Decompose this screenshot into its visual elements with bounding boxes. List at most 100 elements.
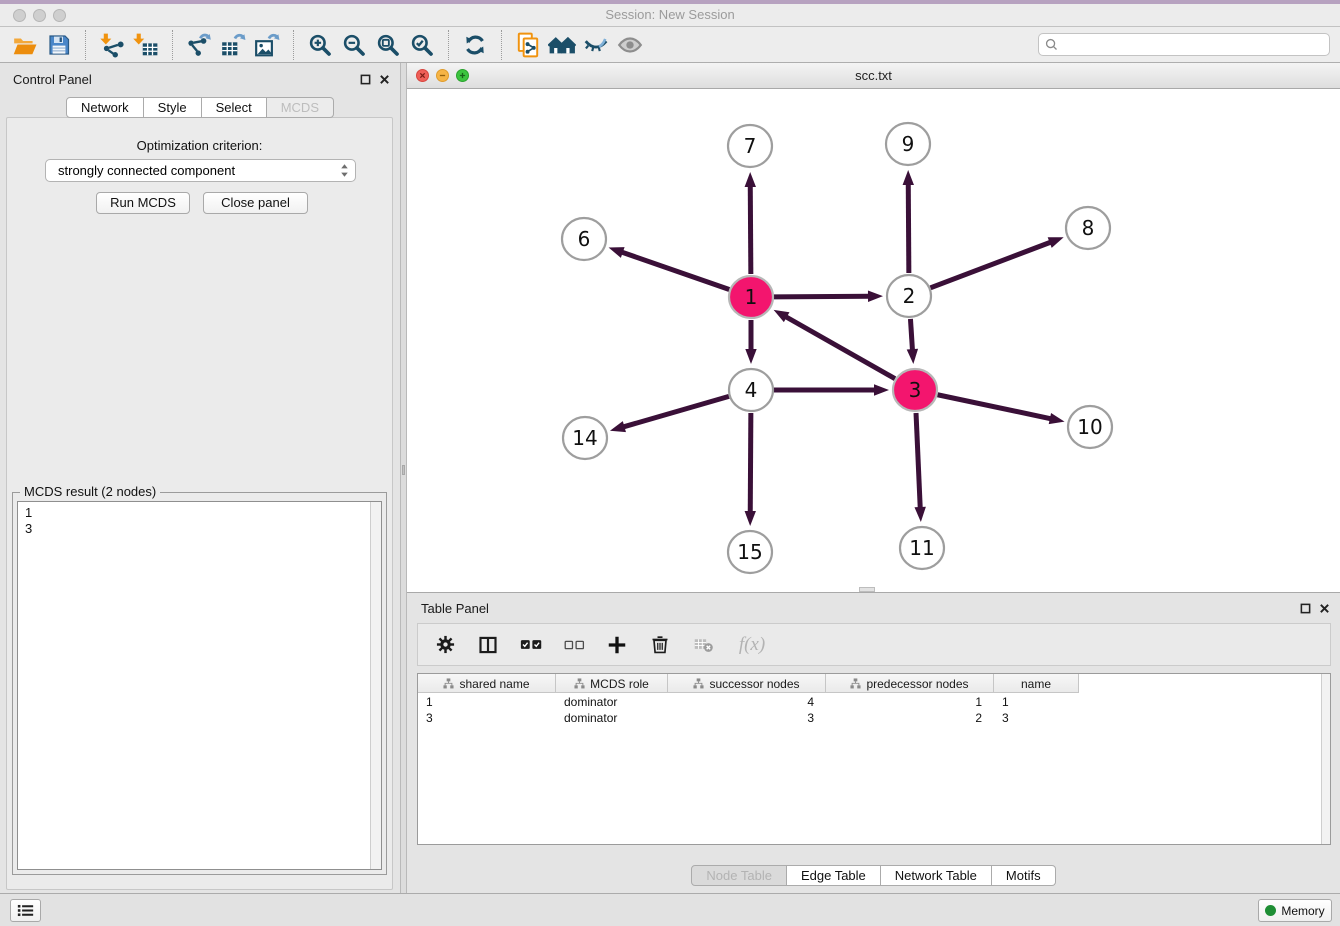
search-box[interactable] — [1038, 33, 1330, 56]
close-window-button[interactable] — [13, 9, 26, 22]
column-header-shared-name[interactable]: shared name — [418, 674, 556, 693]
attribute-settings-gear-icon[interactable] — [432, 632, 458, 658]
graph-edge-1-4[interactable] — [745, 320, 756, 364]
graph-edge-4-3[interactable] — [774, 384, 889, 395]
memory-button[interactable]: Memory — [1258, 899, 1332, 922]
search-input[interactable] — [1062, 38, 1323, 52]
table-cell[interactable]: dominator — [556, 694, 668, 710]
graph-edge-1-2[interactable] — [774, 291, 883, 302]
delete-table-icon[interactable] — [690, 632, 716, 658]
close-network-button[interactable] — [416, 69, 429, 82]
maximize-window-button[interactable] — [53, 9, 66, 22]
show-column-icon[interactable] — [475, 632, 501, 658]
graph-node-15[interactable]: 15 — [728, 531, 772, 573]
graph-node-1[interactable]: 1 — [729, 276, 773, 318]
graph-node-14[interactable]: 14 — [563, 417, 607, 459]
table-cell[interactable]: 1 — [418, 694, 556, 710]
close-table-panel-icon[interactable] — [1317, 601, 1331, 615]
table-cell[interactable]: 3 — [668, 710, 826, 726]
graph-edge-2-9[interactable] — [903, 170, 914, 273]
export-table-icon[interactable] — [216, 29, 250, 61]
minimize-window-button[interactable] — [33, 9, 46, 22]
export-image-icon[interactable] — [250, 29, 284, 61]
column-header-name[interactable]: name — [994, 674, 1079, 693]
window-titlebar: Session: New Session — [0, 4, 1340, 27]
graph-node-4[interactable]: 4 — [729, 369, 773, 411]
add-row-icon[interactable] — [604, 632, 630, 658]
panel-splitter[interactable] — [400, 63, 407, 893]
zoom-selected-icon[interactable] — [405, 29, 439, 61]
graph-node-10[interactable]: 10 — [1068, 406, 1112, 448]
mcds-result-text[interactable]: 13 — [17, 501, 382, 870]
zoom-in-icon[interactable] — [303, 29, 337, 61]
sort-hierarchy-icon — [850, 678, 861, 689]
table-scrollbar[interactable] — [1321, 674, 1330, 844]
graph-edge-4-14[interactable] — [610, 396, 729, 432]
zoom-network-button[interactable] — [456, 69, 469, 82]
dropdown-stepper-icon — [340, 163, 349, 178]
close-panel-icon[interactable] — [377, 72, 391, 86]
export-network-icon[interactable] — [182, 29, 216, 61]
table-cell[interactable]: 1 — [826, 694, 994, 710]
tab-edge-table[interactable]: Edge Table — [787, 865, 881, 886]
tab-network-table[interactable]: Network Table — [881, 865, 992, 886]
graph-node-7[interactable]: 7 — [728, 125, 772, 167]
table-row[interactable]: 3dominator323 — [418, 710, 1321, 726]
graph-node-8[interactable]: 8 — [1066, 207, 1110, 249]
tab-network[interactable]: Network — [66, 97, 144, 118]
apply-preferred-layout-icon[interactable] — [458, 29, 492, 61]
tab-select[interactable]: Select — [202, 97, 267, 118]
table-cell[interactable]: dominator — [556, 710, 668, 726]
table-cell[interactable]: 2 — [826, 710, 994, 726]
graph-edge-1-7[interactable] — [745, 172, 756, 274]
graph-node-9[interactable]: 9 — [886, 123, 930, 165]
show-first-neighbors-icon[interactable] — [545, 29, 579, 61]
zoom-out-icon[interactable] — [337, 29, 371, 61]
graph-node-3[interactable]: 3 — [893, 369, 937, 411]
column-header-mcds-role[interactable]: MCDS role — [556, 674, 668, 693]
graph-edge-2-8[interactable] — [931, 237, 1064, 288]
task-history-button[interactable] — [10, 899, 41, 922]
graph-edge-3-11[interactable] — [914, 413, 925, 522]
column-header-predecessor-nodes[interactable]: predecessor nodes — [826, 674, 994, 693]
splitter-handle[interactable] — [402, 465, 405, 475]
graph-edge-3-1[interactable] — [774, 310, 895, 379]
graph-edge-3-10[interactable] — [938, 395, 1065, 424]
select-all-icon[interactable] — [518, 632, 544, 658]
graph-node-11[interactable]: 11 — [900, 527, 944, 569]
deselect-all-icon[interactable] — [561, 632, 587, 658]
table-cell[interactable]: 3 — [418, 710, 556, 726]
graph-node-2[interactable]: 2 — [887, 275, 931, 317]
optimization-criterion-select[interactable]: strongly connected component — [45, 159, 356, 182]
tab-style[interactable]: Style — [144, 97, 202, 118]
save-session-icon[interactable] — [42, 29, 76, 61]
tab-mcds[interactable]: MCDS — [267, 97, 334, 118]
table-row[interactable]: 1dominator411 — [418, 694, 1321, 710]
import-network-icon[interactable] — [95, 29, 129, 61]
hide-selection-icon[interactable] — [579, 29, 613, 61]
duplicate-network-icon[interactable] — [511, 29, 545, 61]
result-scrollbar[interactable] — [370, 502, 381, 869]
minimize-network-button[interactable] — [436, 69, 449, 82]
graph-edge-1-6[interactable] — [609, 247, 730, 289]
open-session-icon[interactable] — [8, 29, 42, 61]
float-panel-icon[interactable] — [358, 72, 372, 86]
run-mcds-button[interactable]: Run MCDS — [96, 192, 190, 214]
function-builder-icon[interactable]: f(x) — [733, 632, 771, 658]
table-cell[interactable]: 4 — [668, 694, 826, 710]
show-all-icon[interactable] — [613, 29, 647, 61]
import-table-icon[interactable] — [129, 29, 163, 61]
column-header-successor-nodes[interactable]: successor nodes — [668, 674, 826, 693]
zoom-fit-icon[interactable] — [371, 29, 405, 61]
table-cell[interactable]: 3 — [994, 710, 1079, 726]
close-panel-button[interactable]: Close panel — [203, 192, 308, 214]
tab-node-table[interactable]: Node Table — [691, 865, 787, 886]
float-table-panel-icon[interactable] — [1298, 601, 1312, 615]
delete-row-icon[interactable] — [647, 632, 673, 658]
graph-edge-4-15[interactable] — [745, 413, 756, 526]
tab-motifs[interactable]: Motifs — [992, 865, 1056, 886]
network-canvas[interactable]: 7 9 6 8 1 2 4 3 14 10 15 11 — [407, 89, 1340, 592]
table-cell[interactable]: 1 — [994, 694, 1079, 710]
graph-edge-2-3[interactable] — [907, 319, 918, 364]
graph-node-6[interactable]: 6 — [562, 218, 606, 260]
